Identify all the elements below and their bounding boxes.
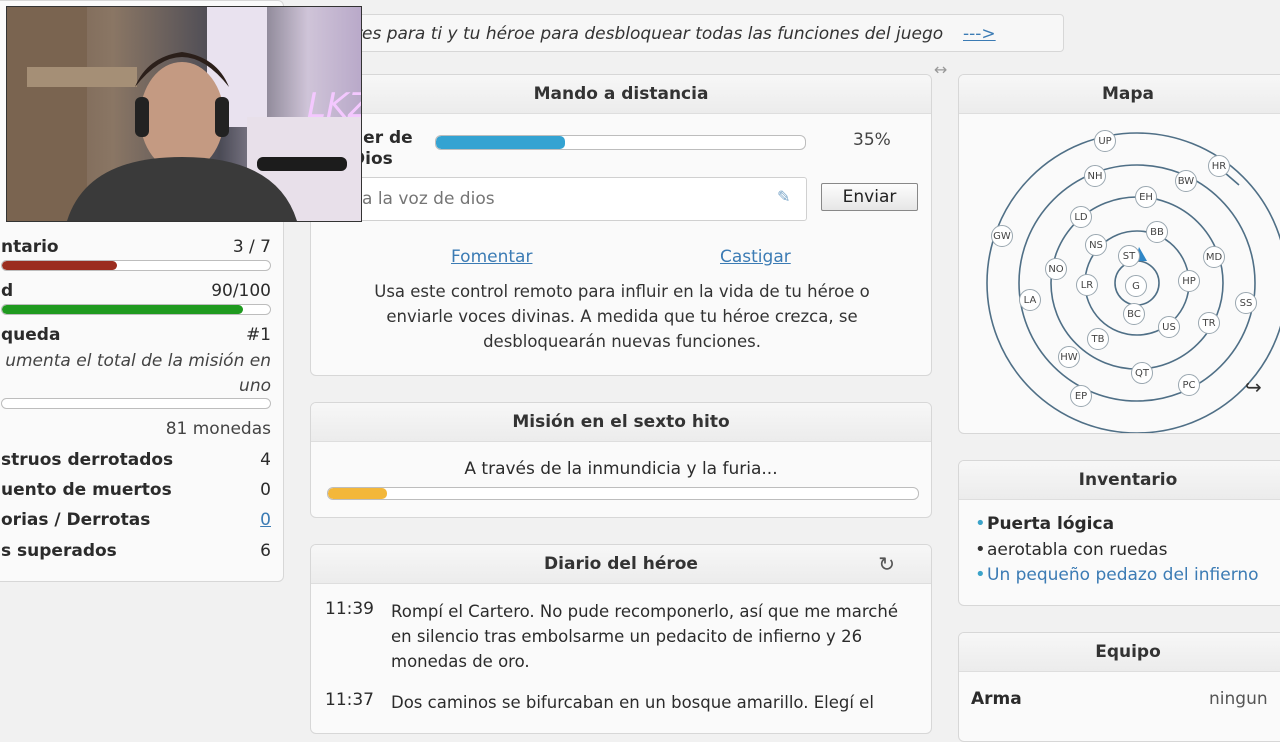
item-text: Puerta lógica bbox=[987, 514, 1115, 534]
map-node-ns[interactable]: NS bbox=[1085, 234, 1107, 256]
encourage-link[interactable]: Fomentar bbox=[451, 247, 532, 267]
stat-label: uento de muertos bbox=[1, 480, 172, 500]
equipment-panel: Equipo Arma ningun bbox=[958, 632, 1280, 742]
bullet-icon: • bbox=[975, 539, 986, 560]
panel-title: Misión en el sexto hito bbox=[311, 403, 931, 442]
panel-title: Mapa bbox=[959, 75, 1280, 114]
inventory-value: 3 / 7 bbox=[232, 237, 271, 257]
health-label: d bbox=[1, 281, 14, 301]
quest-bar bbox=[1, 398, 271, 409]
map-node-no[interactable]: NO bbox=[1045, 258, 1067, 280]
streamer-figure: LKZ bbox=[7, 7, 361, 221]
map-node-tr[interactable]: TR bbox=[1198, 312, 1220, 334]
webcam-overlay: LKZ bbox=[6, 6, 362, 222]
panel-title: Diario del héroe ↻ bbox=[311, 545, 931, 584]
map-node-ep[interactable]: EP bbox=[1070, 385, 1092, 407]
item-text: Un pequeño pedazo del infierno bbox=[987, 565, 1259, 585]
map-spiral bbox=[986, 132, 1280, 433]
remote-control-panel: Mando a distancia der de Dios 35% ✎ Envi… bbox=[310, 74, 932, 376]
health-bar bbox=[1, 304, 271, 315]
inventory-panel: Inventario •Puerta lógica •aerotabla con… bbox=[958, 460, 1280, 606]
map-node-eh[interactable]: EH bbox=[1135, 186, 1157, 208]
quill-icon: ✎ bbox=[777, 187, 791, 206]
quest-panel: Misión en el sexto hito A través de la i… bbox=[310, 402, 932, 518]
stat-label: s superados bbox=[1, 541, 117, 561]
banner-link[interactable]: ---> bbox=[963, 24, 996, 44]
inventory-item[interactable]: •aerotabla con ruedas bbox=[975, 539, 1168, 560]
stat-label: struos derrotados bbox=[1, 450, 174, 470]
map-node-hp[interactable]: HP bbox=[1178, 270, 1200, 292]
map-node-md[interactable]: MD bbox=[1203, 246, 1225, 268]
entry-text: Dos caminos se bifurcaban en un bosque a… bbox=[391, 693, 874, 712]
health-value: 90/100 bbox=[211, 281, 271, 301]
panel-title: Equipo bbox=[959, 633, 1280, 672]
quest-label: queda bbox=[1, 325, 61, 345]
map-node-up[interactable]: UP bbox=[1094, 130, 1116, 152]
godpower-bar bbox=[435, 135, 806, 150]
inventory-item[interactable]: •Puerta lógica bbox=[975, 513, 1114, 534]
bullet-icon: • bbox=[975, 513, 986, 534]
inventory-item[interactable]: •Un pequeño pedazo del infierno bbox=[975, 564, 1259, 585]
map-node-lr[interactable]: LR bbox=[1076, 274, 1098, 296]
remote-description: Usa este control remoto para influir en … bbox=[374, 282, 870, 351]
entry-text: Rompí el Cartero. No pude recomponerlo, … bbox=[391, 602, 898, 671]
refresh-icon[interactable]: ↻ bbox=[878, 545, 895, 583]
godpower-percent: 35% bbox=[853, 130, 891, 150]
coins: 81 monedas bbox=[165, 419, 271, 439]
send-button[interactable]: Enviar bbox=[821, 183, 918, 211]
svg-text:LKZ: LKZ bbox=[307, 86, 361, 126]
map-node-gw[interactable]: GW bbox=[991, 225, 1013, 247]
map-node-nh[interactable]: NH bbox=[1084, 165, 1106, 187]
diary-title: Diario del héroe bbox=[544, 554, 698, 574]
weapon-label: Arma bbox=[971, 689, 1022, 709]
map-node-bc[interactable]: BC bbox=[1123, 303, 1145, 325]
resize-icon[interactable]: ↔ bbox=[934, 60, 947, 79]
stat-value: 0 bbox=[260, 480, 271, 500]
weapon-value: ningun bbox=[1209, 689, 1268, 709]
inventory-bar bbox=[1, 260, 271, 271]
map-node-bb[interactable]: BB bbox=[1146, 221, 1168, 243]
map-node-pc[interactable]: PC bbox=[1178, 374, 1200, 396]
map-node-us[interactable]: US bbox=[1158, 316, 1180, 338]
punish-link[interactable]: Castigar bbox=[720, 247, 791, 267]
map-panel: Mapa UP HR NH BW EH LD BB GW NS MD NO ST LR G HP LA SS BC… bbox=[958, 74, 1280, 434]
entry-time: 11:37 bbox=[325, 690, 374, 710]
hero-diary-panel: Diario del héroe ↻ 11:39 Rompí el Carter… bbox=[310, 544, 932, 734]
stat-label: orias / Derrotas bbox=[1, 510, 151, 530]
map-node-bw[interactable]: BW bbox=[1175, 170, 1197, 192]
map-node-g[interactable]: G bbox=[1125, 275, 1147, 297]
god-voice-input[interactable] bbox=[351, 177, 807, 221]
quest-name: A través de la inmundicia y la furia... bbox=[464, 459, 778, 479]
banner: res para ti y tu héroe para desbloquear … bbox=[330, 14, 1064, 52]
quest-note: umenta el total de la misión en uno bbox=[5, 351, 271, 396]
map-arrow-icon[interactable]: ↪ bbox=[1245, 375, 1262, 399]
map-node-hr[interactable]: HR bbox=[1208, 155, 1230, 177]
map-node-st[interactable]: ST bbox=[1118, 245, 1140, 267]
panel-title: Mando a distancia bbox=[311, 75, 931, 114]
stat-value: 6 bbox=[260, 541, 271, 561]
map-node-hw[interactable]: HW bbox=[1058, 346, 1080, 368]
map-node-ld[interactable]: LD bbox=[1070, 206, 1092, 228]
quest-progress-bar bbox=[327, 487, 919, 500]
map-node-tb[interactable]: TB bbox=[1087, 328, 1109, 350]
map-node-qt[interactable]: QT bbox=[1131, 362, 1153, 384]
item-text: aerotabla con ruedas bbox=[987, 540, 1168, 560]
stat-value: 4 bbox=[260, 450, 271, 470]
map-node-ss[interactable]: SS bbox=[1235, 292, 1257, 314]
panel-title: Inventario bbox=[959, 461, 1280, 500]
banner-text: res para ti y tu héroe para desbloquear … bbox=[355, 24, 944, 44]
wins-losses-link[interactable]: 0 bbox=[260, 510, 271, 530]
bullet-icon: • bbox=[975, 564, 986, 585]
entry-time: 11:39 bbox=[325, 599, 374, 619]
quest-value: #1 bbox=[245, 325, 271, 345]
inventory-label: ntario bbox=[1, 237, 59, 257]
map-node-la[interactable]: LA bbox=[1019, 289, 1041, 311]
